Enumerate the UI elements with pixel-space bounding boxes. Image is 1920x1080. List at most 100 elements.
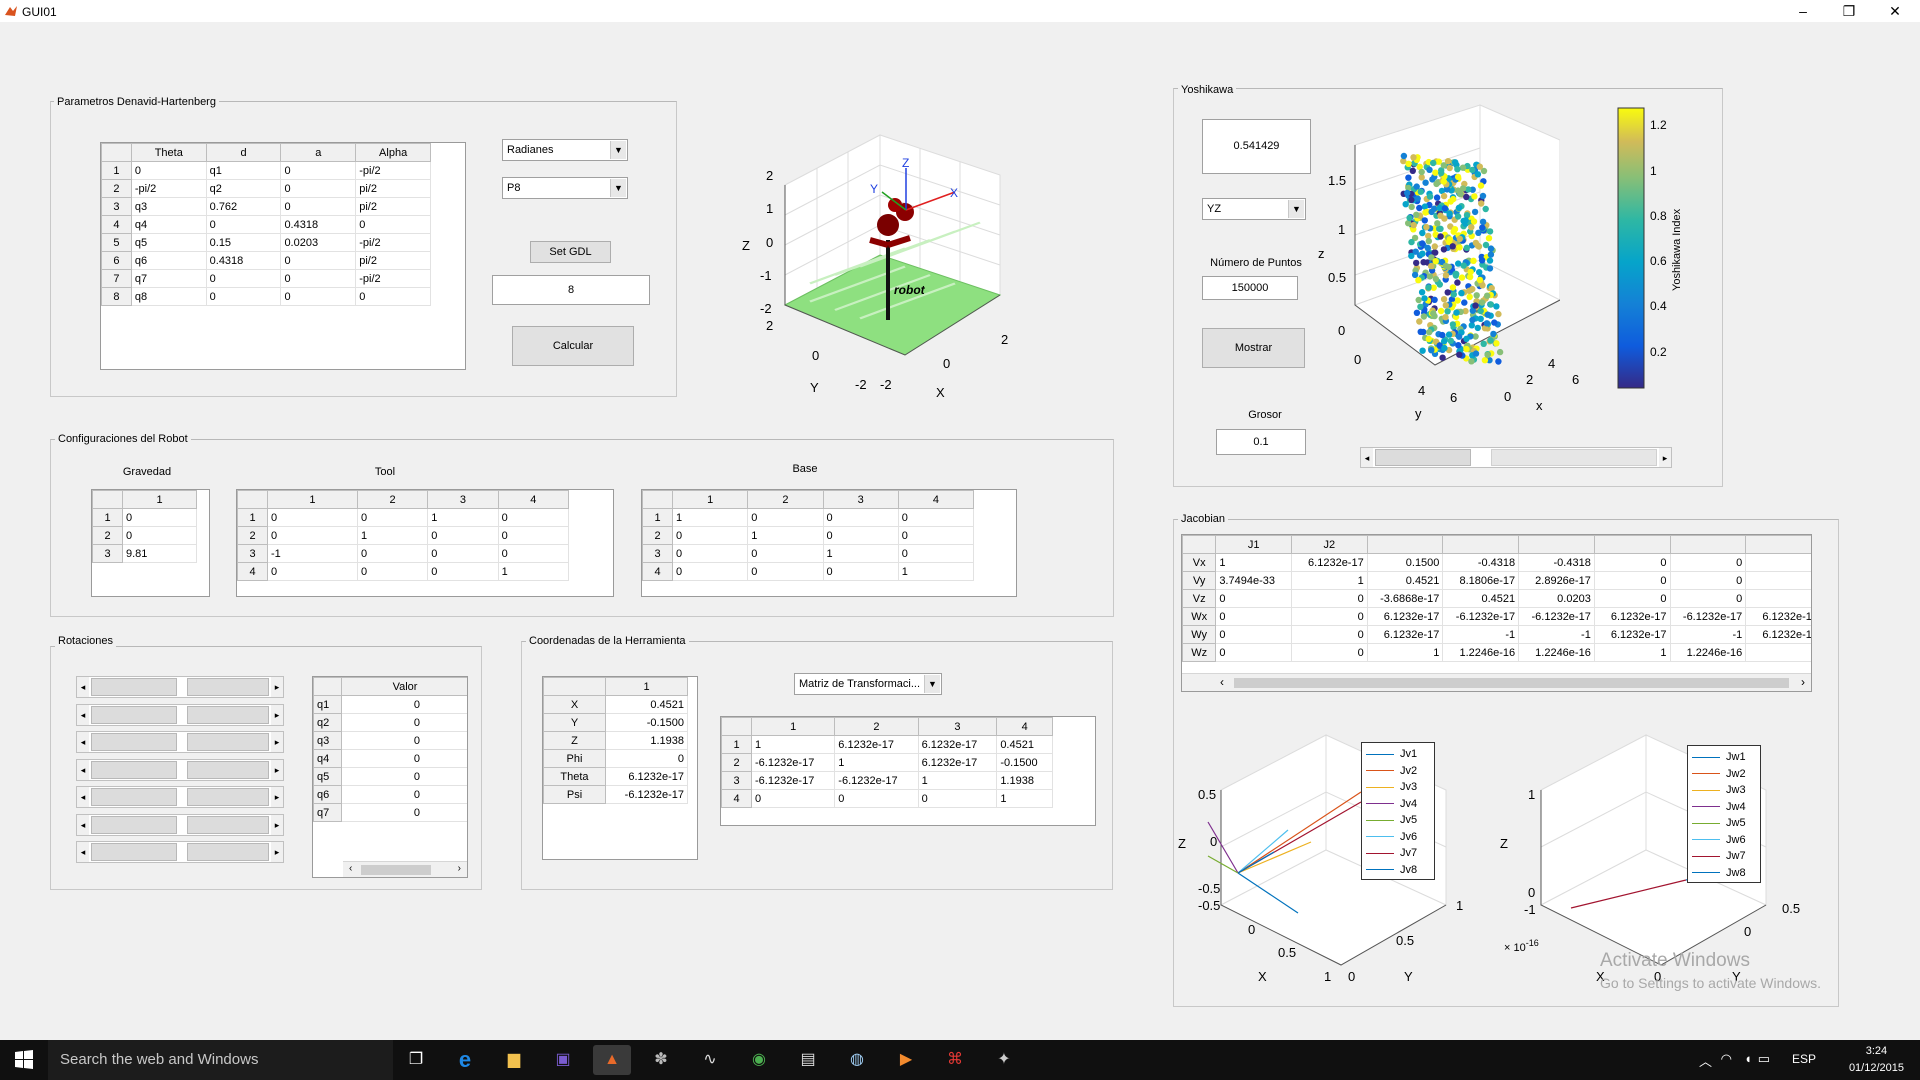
slider-left-arrow-icon[interactable]: ◂ bbox=[1361, 448, 1373, 467]
app-icon[interactable]: ✽ bbox=[642, 1045, 680, 1075]
edge-browser-icon[interactable]: e bbox=[446, 1045, 484, 1075]
slider-track[interactable] bbox=[187, 843, 269, 861]
slider-track[interactable] bbox=[187, 815, 269, 834]
app-icon[interactable]: ▤ bbox=[789, 1045, 827, 1075]
slider-thumb[interactable] bbox=[91, 843, 177, 861]
scroll-right-icon[interactable]: › bbox=[458, 863, 461, 874]
dh-col-a[interactable]: a bbox=[280, 143, 357, 162]
slider-left-arrow-icon[interactable]: ◂ bbox=[77, 732, 89, 752]
scroll-thumb[interactable] bbox=[1234, 678, 1789, 688]
mostrar-button[interactable]: Mostrar bbox=[1202, 328, 1305, 368]
rotation-slider[interactable]: ◂ ▸ bbox=[76, 731, 284, 753]
taskbar-search-input[interactable]: Search the web and Windows bbox=[48, 1040, 393, 1080]
slider-right-arrow-icon[interactable]: ▸ bbox=[271, 732, 283, 752]
slider-track[interactable] bbox=[187, 678, 269, 696]
slider-track[interactable] bbox=[187, 733, 269, 751]
slider-left-arrow-icon[interactable]: ◂ bbox=[77, 787, 89, 807]
base-table[interactable]: 1234 11000 20100 30010 40001 bbox=[641, 489, 1017, 597]
tool-table[interactable]: 1234 10010 20100 3 -1 0 0 0 40001 bbox=[236, 489, 614, 597]
gravity-table[interactable]: 1 10 20 3 9.81 bbox=[91, 489, 210, 597]
thickness-slider[interactable]: ◂ ▸ bbox=[1360, 447, 1672, 468]
app-icon[interactable]: ▣ bbox=[544, 1045, 582, 1075]
slider-thumb[interactable] bbox=[91, 788, 177, 806]
valor-header[interactable]: Valor bbox=[341, 677, 467, 696]
matlab-taskbar-icon[interactable]: ▲ bbox=[593, 1045, 631, 1075]
taskbar-clock[interactable]: 3:24 01/12/2015 bbox=[1849, 1043, 1904, 1077]
close-button[interactable]: ✕ bbox=[1872, 0, 1918, 22]
robot-plot[interactable]: X Z Y robot 2 1 0 -1 -2 2 0 -2 -2 0 2 Z … bbox=[730, 130, 1020, 405]
slider-thumb[interactable] bbox=[91, 705, 177, 724]
plane-select[interactable]: YZ ▼ bbox=[1202, 198, 1306, 220]
pdf-reader-icon[interactable]: ⌘ bbox=[936, 1045, 974, 1075]
points-input[interactable]: 150000 bbox=[1202, 276, 1298, 300]
slider-thumb[interactable] bbox=[91, 733, 177, 751]
jacobian-hscroll[interactable]: ‹ › bbox=[1182, 673, 1811, 691]
minimize-button[interactable]: – bbox=[1780, 0, 1826, 22]
slider-track[interactable] bbox=[1491, 449, 1657, 466]
matrix-type-select[interactable]: Matriz de Transformaci... ▼ bbox=[794, 673, 942, 695]
slider-track[interactable] bbox=[187, 705, 269, 724]
transform-matrix-table[interactable]: 1234 1 1 6.1232e-17 6.1232e-17 0.4521 2 -6.12… bbox=[720, 716, 1096, 826]
gdl-input[interactable]: 8 bbox=[492, 275, 650, 305]
dh-col-alpha[interactable]: Alpha bbox=[355, 143, 431, 162]
jv-legend[interactable]: Jv1 Jv2 Jv3 Jv4 Jv5 Jv6 Jv7 Jv8 bbox=[1361, 742, 1435, 880]
slider-thumb[interactable] bbox=[91, 678, 177, 696]
slider-left-arrow-icon[interactable]: ◂ bbox=[77, 814, 89, 835]
yoshikawa-plot[interactable]: 1.5 1 0.5 0 0 2 4 6 0 2 4 6 z y bbox=[1310, 100, 1560, 425]
slider-right-arrow-icon[interactable]: ▸ bbox=[271, 787, 283, 807]
dh-table[interactable]: Theta d a Alpha 1 0 q1 0 -pi/2 2 -pi/2 q2 0 pi/2… bbox=[100, 142, 466, 370]
calcular-button[interactable]: Calcular bbox=[512, 326, 634, 366]
steam-icon[interactable]: ◍ bbox=[838, 1045, 876, 1075]
slider-right-arrow-icon[interactable]: ▸ bbox=[1659, 448, 1671, 467]
windows-start-icon[interactable] bbox=[0, 1040, 48, 1080]
slider-track[interactable] bbox=[187, 788, 269, 806]
scroll-thumb[interactable] bbox=[361, 865, 431, 875]
rotation-slider[interactable]: ◂ ▸ bbox=[76, 758, 284, 781]
file-explorer-icon[interactable]: ▆ bbox=[495, 1045, 533, 1075]
maximize-button[interactable]: ❐ bbox=[1826, 0, 1872, 22]
slider-right-arrow-icon[interactable]: ▸ bbox=[271, 677, 283, 697]
app-icon[interactable]: ∿ bbox=[691, 1045, 729, 1075]
table-row: 6 q6 0.4318 0 pi/2 bbox=[101, 251, 431, 270]
task-view-icon[interactable]: ❐ bbox=[397, 1045, 435, 1075]
rotation-slider[interactable]: ◂ ▸ bbox=[76, 676, 284, 698]
slider-track[interactable] bbox=[187, 760, 269, 779]
jacobian-table[interactable]: J1 J2 Vx 1 6.1232e-17 0.1500 -0.4318 -0.4318 0… bbox=[1181, 534, 1812, 692]
scroll-right-icon[interactable]: › bbox=[1801, 675, 1805, 689]
valor-table[interactable]: Valor q1 0 q2 0 q3 0 q4 0 q5 0 q6 0 q7 0 ‹ › bbox=[312, 676, 468, 878]
slider-thumb[interactable] bbox=[91, 815, 177, 834]
robot-select[interactable]: P8 ▼ bbox=[502, 177, 628, 199]
dh-col-theta[interactable]: Theta bbox=[130, 143, 207, 162]
input-language[interactable]: ESP bbox=[1792, 1052, 1816, 1066]
media-player-icon[interactable]: ▶ bbox=[887, 1045, 925, 1075]
slider-left-arrow-icon[interactable]: ◂ bbox=[77, 704, 89, 725]
rotation-slider[interactable]: ◂ ▸ bbox=[76, 813, 284, 836]
slider-right-arrow-icon[interactable]: ▸ bbox=[271, 814, 283, 835]
app-icon[interactable]: ✦ bbox=[985, 1045, 1023, 1075]
slider-left-arrow-icon[interactable]: ◂ bbox=[77, 759, 89, 780]
slider-thumb[interactable] bbox=[91, 760, 177, 779]
thickness-input[interactable]: 0.1 bbox=[1216, 429, 1306, 455]
units-select[interactable]: Radianes ▼ bbox=[502, 139, 628, 161]
coordinates-table[interactable]: 1 X 0.4521 Y -0.1500 Z 1.1938 Phi 0 Theta 6.1… bbox=[542, 676, 698, 860]
scroll-left-icon[interactable]: ‹ bbox=[1220, 675, 1224, 689]
chrome-icon[interactable]: ◉ bbox=[740, 1045, 778, 1075]
set-gdl-button[interactable]: Set GDL bbox=[530, 241, 611, 263]
rotation-slider[interactable]: ◂ ▸ bbox=[76, 786, 284, 808]
slider-right-arrow-icon[interactable]: ▸ bbox=[271, 759, 283, 780]
slider-left-arrow-icon[interactable]: ◂ bbox=[77, 677, 89, 697]
slider-right-arrow-icon[interactable]: ▸ bbox=[271, 704, 283, 725]
jw-legend[interactable]: Jw1 Jw2 Jw3 Jw4 Jw5 Jw6 Jw7 Jw8 bbox=[1687, 745, 1761, 883]
wifi-icon[interactable]: ◠ bbox=[1721, 1051, 1732, 1067]
rotation-slider[interactable]: ◂ ▸ bbox=[76, 703, 284, 726]
valor-table-hscroll[interactable]: ‹ › bbox=[343, 861, 467, 877]
slider-right-arrow-icon[interactable]: ▸ bbox=[271, 842, 283, 862]
dh-col-d[interactable]: d bbox=[205, 143, 282, 162]
notification-icon[interactable]: ▭ bbox=[1758, 1051, 1770, 1067]
slider-left-arrow-icon[interactable]: ◂ bbox=[77, 842, 89, 862]
scroll-left-icon[interactable]: ‹ bbox=[349, 863, 352, 874]
rotation-slider[interactable]: ◂ ▸ bbox=[76, 841, 284, 863]
volume-icon[interactable]: ◖ bbox=[1744, 1051, 1752, 1066]
tray-chevron-icon[interactable]: ︿ bbox=[1699, 1051, 1712, 1070]
slider-thumb[interactable] bbox=[1375, 449, 1471, 466]
